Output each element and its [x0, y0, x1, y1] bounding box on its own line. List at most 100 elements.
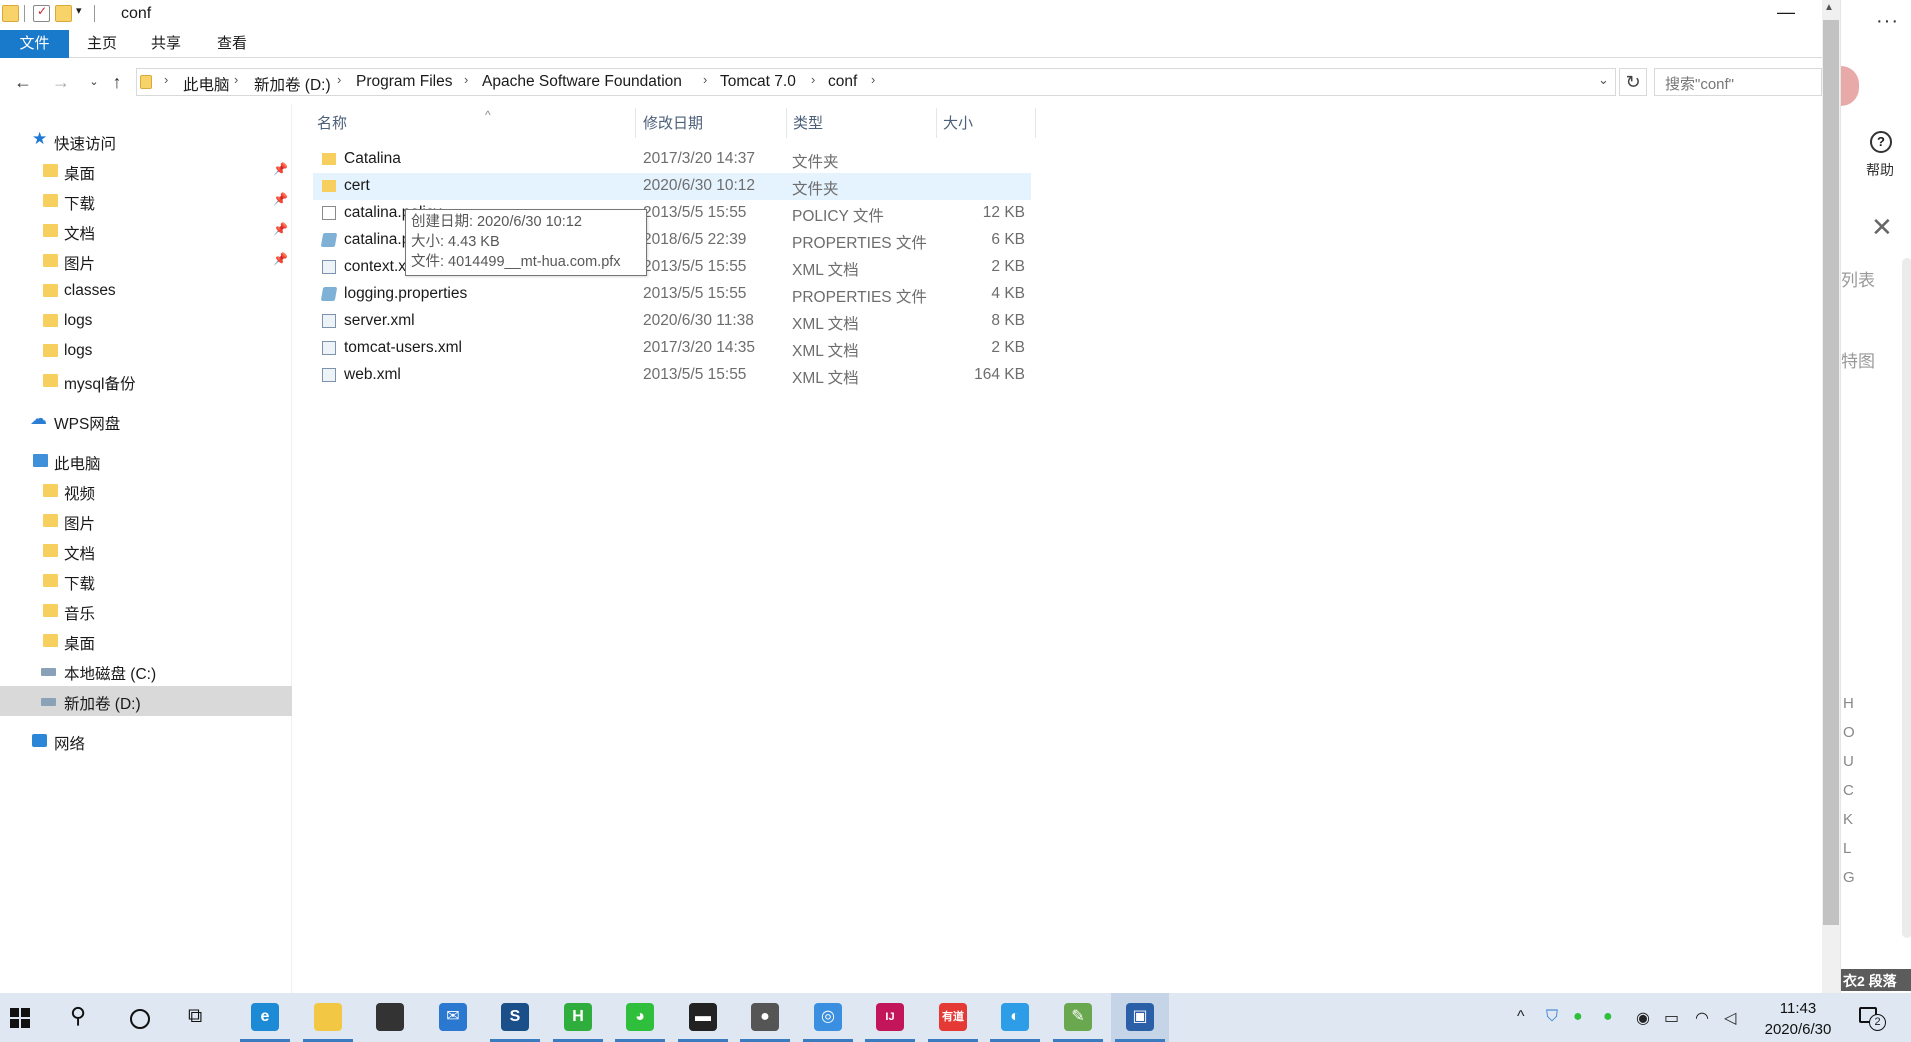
- address-bar[interactable]: › 此电脑 › 新加卷 (D:) › Program Files › Apach…: [136, 68, 1616, 96]
- system-clock[interactable]: 11:43 2020/6/30: [1751, 998, 1845, 1040]
- up-button[interactable]: ↑: [105, 70, 129, 94]
- index-letter[interactable]: U: [1843, 753, 1854, 770]
- breadcrumb-this-pc[interactable]: 此电脑: [183, 73, 230, 95]
- remote-desktop-app[interactable]: ▣: [1111, 993, 1169, 1042]
- panel-scrollbar[interactable]: [1902, 258, 1911, 938]
- file-row[interactable]: tomcat-users.xml 2017/3/20 14:35 XML 文档 …: [313, 335, 1031, 362]
- search-icon[interactable]: ⚲: [70, 1003, 86, 1029]
- chevron-down-icon[interactable]: ⌄: [1598, 72, 1609, 88]
- chevron-right-icon[interactable]: ›: [337, 72, 341, 87]
- search-input[interactable]: 搜索"conf": [1654, 68, 1822, 96]
- file-row[interactable]: server.xml 2020/6/30 11:38 XML 文档 8 KB: [313, 308, 1031, 335]
- index-letter[interactable]: L: [1843, 840, 1851, 857]
- avatar[interactable]: [1841, 66, 1859, 106]
- chevron-up-icon[interactable]: ^: [1517, 1008, 1525, 1026]
- index-letter[interactable]: K: [1843, 811, 1853, 828]
- index-letter[interactable]: H: [1843, 695, 1854, 712]
- store-app[interactable]: [361, 993, 419, 1042]
- nav-documents-pinned[interactable]: 文档 📌: [0, 216, 292, 246]
- recent-locations-button[interactable]: ⌄: [82, 70, 106, 94]
- column-divider[interactable]: [1035, 108, 1036, 138]
- shield-icon[interactable]: ⛉: [1546, 1008, 1558, 1026]
- file-row[interactable]: logging.properties 2013/5/5 15:55 PROPER…: [313, 281, 1031, 308]
- scroll-up-icon[interactable]: ▲: [1824, 2, 1834, 13]
- battery-icon[interactable]: ▭: [1664, 1008, 1679, 1028]
- wifi-icon[interactable]: ◠: [1695, 1008, 1709, 1028]
- recorder-app[interactable]: ●: [736, 993, 794, 1042]
- tab-home[interactable]: 主页: [79, 30, 125, 58]
- wechat-tray-icon[interactable]: ●: [1603, 1008, 1613, 1026]
- intellij-app[interactable]: IJ: [861, 993, 919, 1042]
- edge-app[interactable]: e: [236, 993, 294, 1042]
- wechat-tray-icon[interactable]: ●: [1573, 1008, 1583, 1026]
- nav-downloads[interactable]: 下载: [0, 566, 292, 596]
- nav-network[interactable]: 网络: [0, 726, 292, 756]
- breadcrumb-apache[interactable]: Apache Software Foundation: [482, 73, 682, 91]
- chevron-right-icon[interactable]: ›: [703, 72, 707, 87]
- nav-mysql-backup[interactable]: mysql备份: [0, 366, 292, 396]
- help-icon[interactable]: ?: [1870, 131, 1892, 153]
- task-view-icon[interactable]: ⧉: [188, 1005, 202, 1028]
- hbuilder-app[interactable]: H: [549, 993, 607, 1042]
- help-label[interactable]: 帮助: [1866, 160, 1894, 180]
- breadcrumb-drive-d[interactable]: 新加卷 (D:): [254, 73, 331, 95]
- notepad-app[interactable]: ✎: [1049, 993, 1107, 1042]
- breadcrumb-program-files[interactable]: Program Files: [356, 73, 452, 91]
- nav-music[interactable]: 音乐: [0, 596, 292, 626]
- nav-this-pc[interactable]: 此电脑: [0, 446, 292, 476]
- nav-documents[interactable]: 文档: [0, 536, 292, 566]
- nav-quick-access[interactable]: ★ 快速访问: [0, 126, 292, 156]
- wechat-app[interactable]: ◕: [611, 993, 669, 1042]
- column-header-modified[interactable]: 修改日期: [643, 112, 703, 133]
- nav-videos[interactable]: 视频: [0, 476, 292, 506]
- nav-drive-d[interactable]: 新加卷 (D:): [0, 686, 292, 716]
- nav-wps-cloud[interactable]: ☁ WPS网盘: [0, 406, 292, 436]
- column-header-size[interactable]: 大小: [943, 112, 973, 133]
- browser-app[interactable]: ◎: [799, 993, 857, 1042]
- file-row[interactable]: Catalina 2017/3/20 14:37 文件夹: [313, 146, 1031, 173]
- index-letter[interactable]: C: [1843, 782, 1854, 799]
- back-button[interactable]: ←: [11, 70, 35, 94]
- nav-drive-c[interactable]: 本地磁盘 (C:): [0, 656, 292, 686]
- chevron-right-icon[interactable]: ›: [234, 72, 238, 87]
- terminal-app[interactable]: ▬: [674, 993, 732, 1042]
- column-header-name[interactable]: 名称 ^: [317, 108, 491, 133]
- notification-center-button[interactable]: 2: [1857, 1005, 1887, 1031]
- tab-view[interactable]: 查看: [209, 30, 255, 58]
- qq-browser-app[interactable]: ◐: [986, 993, 1044, 1042]
- forward-button[interactable]: →: [49, 70, 73, 94]
- column-header-type[interactable]: 类型: [793, 112, 823, 133]
- close-icon[interactable]: ✕: [1871, 212, 1893, 243]
- nav-desktop-pinned[interactable]: 桌面 📌: [0, 156, 292, 186]
- windows-start-icon[interactable]: [10, 1008, 30, 1028]
- chevron-right-icon[interactable]: ›: [164, 72, 168, 87]
- scrollbar-thumb[interactable]: [1823, 20, 1839, 925]
- minimize-button[interactable]: —: [1766, 0, 1806, 28]
- index-letter[interactable]: G: [1843, 869, 1855, 886]
- breadcrumb-conf[interactable]: conf: [828, 73, 857, 91]
- column-divider[interactable]: [936, 108, 937, 138]
- file-row[interactable]: cert 2020/6/30 10:12 文件夹: [313, 173, 1031, 200]
- nav-classes[interactable]: classes: [0, 276, 292, 306]
- chevron-right-icon[interactable]: ›: [464, 72, 468, 87]
- nav-logs-2[interactable]: logs: [0, 336, 292, 366]
- mail-app[interactable]: ✉: [424, 993, 482, 1042]
- sublime-app[interactable]: S: [486, 993, 544, 1042]
- nav-desktop[interactable]: 桌面: [0, 626, 292, 656]
- nav-logs[interactable]: logs: [0, 306, 292, 336]
- file-row[interactable]: web.xml 2013/5/5 15:55 XML 文档 164 KB: [313, 362, 1031, 389]
- nav-pictures-pinned[interactable]: 图片 📌: [0, 246, 292, 276]
- breadcrumb-tomcat[interactable]: Tomcat 7.0: [720, 73, 796, 91]
- tab-share[interactable]: 共享: [143, 30, 189, 58]
- nav-pictures[interactable]: 图片: [0, 506, 292, 536]
- chevron-right-icon[interactable]: ›: [871, 72, 875, 87]
- index-letter[interactable]: O: [1843, 724, 1855, 741]
- refresh-button[interactable]: ↻: [1619, 68, 1647, 96]
- more-options-button[interactable]: ···: [1876, 10, 1899, 33]
- column-divider[interactable]: [786, 108, 787, 138]
- file-explorer-app[interactable]: [299, 993, 357, 1042]
- column-divider[interactable]: [635, 108, 636, 138]
- tab-file[interactable]: 文件: [0, 30, 69, 58]
- new-folder-icon[interactable]: [55, 5, 72, 22]
- qq-tray-icon[interactable]: ◉: [1636, 1008, 1650, 1028]
